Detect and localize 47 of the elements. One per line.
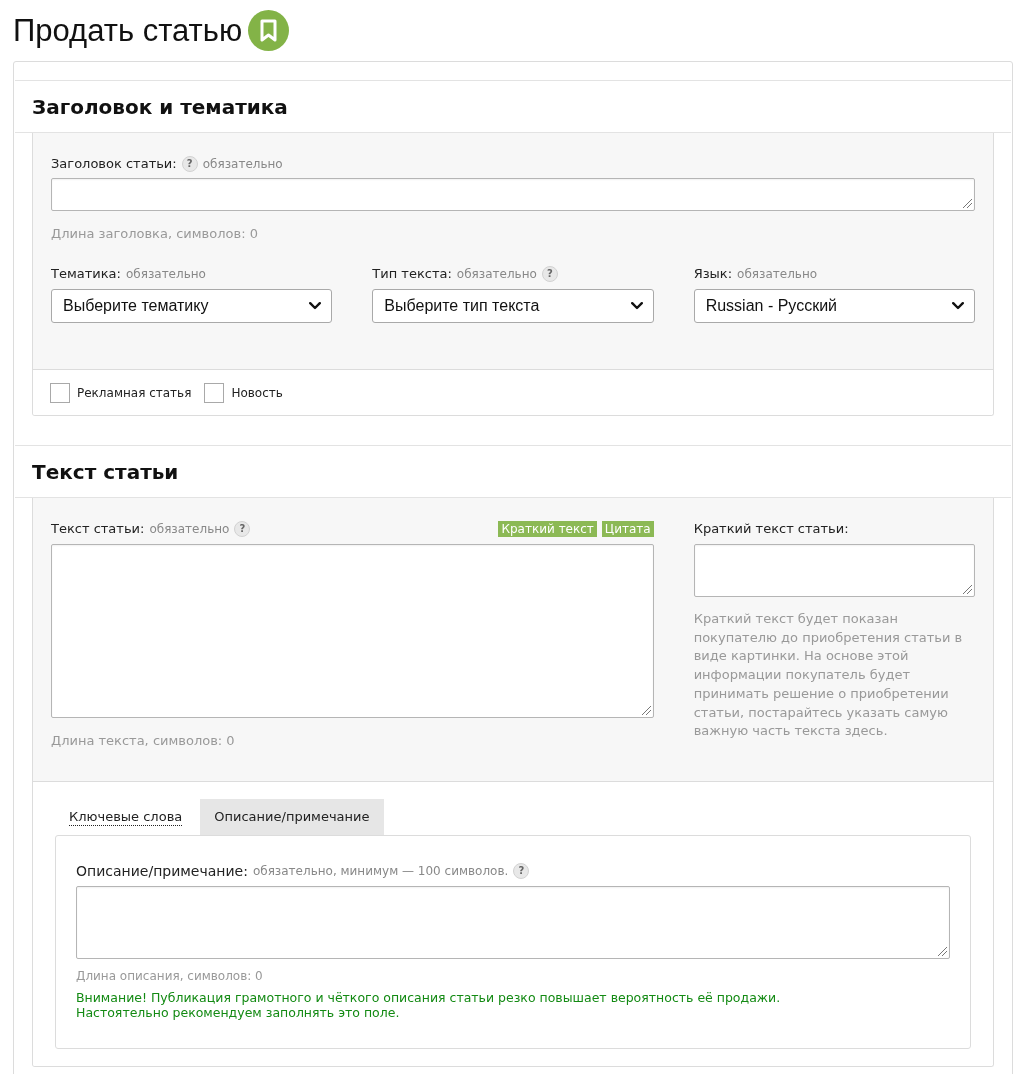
length-counter: Длина описания, символов: 0	[76, 968, 264, 984]
help-button[interactable]: ?	[181, 156, 198, 172]
tab[interactable]: Описание/примечание	[200, 799, 384, 835]
field-label: Тематика:	[51, 266, 121, 282]
field-label: Описание/примечание:	[76, 863, 248, 879]
length-counter: Длина заголовка, символов: 0	[51, 226, 259, 242]
checkbox[interactable]	[50, 382, 70, 403]
required-note: обязательно	[149, 521, 230, 537]
checkbox-label: Новость	[231, 384, 283, 402]
textarea-field[interactable]	[51, 544, 654, 718]
resize-grip-icon[interactable]	[963, 199, 972, 208]
dropdown-select[interactable]: Russian - Русский	[693, 289, 975, 323]
field-label: Заголовок статьи:	[51, 156, 177, 172]
help-button[interactable]: ?	[234, 521, 251, 537]
resize-grip-icon[interactable]	[963, 585, 972, 594]
required-note: обязательно	[456, 266, 537, 282]
section-heading: Текст статьи	[32, 461, 179, 482]
textarea-field[interactable]	[693, 544, 975, 597]
required-note: обязательно	[202, 156, 283, 172]
chevron-down-icon	[952, 302, 964, 310]
resize-grip-icon[interactable]	[938, 947, 947, 956]
chevron-down-icon	[309, 302, 322, 310]
field-label: Краткий текст статьи:	[693, 521, 849, 537]
dropdown-select[interactable]: Выберите тип текста	[372, 289, 654, 323]
required-note: обязательно	[737, 266, 818, 282]
help-button[interactable]: ?	[541, 266, 558, 282]
required-note: обязательно	[125, 266, 206, 282]
length-counter: Длина текста, символов: 0	[51, 733, 236, 749]
summary-hint: Краткий текст будет показан покупателю до приобретения статьи в виде картинки. На основе этой информации покупатель будет принимать решение о приобретении статьи, постарайтесь указать самую важную часть текста здесь.	[693, 610, 964, 741]
textarea-field[interactable]	[76, 886, 950, 959]
checkbox-label: Рекламная статья	[77, 384, 192, 402]
textarea-field[interactable]	[51, 178, 975, 211]
page-title: Продать статью	[13, 15, 243, 46]
resize-grip-icon[interactable]	[641, 706, 651, 715]
help-button[interactable]: ?	[513, 863, 530, 879]
checkbox[interactable]	[204, 382, 225, 403]
required-note: обязательно, минимум — 100 символов.	[252, 863, 509, 879]
section-heading: Заголовок и тематика	[32, 96, 288, 117]
dropdown-select[interactable]: Выберите тематику	[51, 289, 333, 323]
field-label: Текст статьи:	[51, 521, 145, 537]
warning-text: Настоятельно рекомендуем заполнять это поле.	[76, 1005, 401, 1020]
warning-text: Внимание! Публикация грамотного и чёткого описания статьи резко повышает вероятность её продажи.	[76, 990, 782, 1005]
tab[interactable]: Ключевые слова	[69, 808, 183, 826]
field-label: Язык:	[693, 266, 733, 282]
field-label: Тип текста:	[372, 266, 452, 282]
bookmark-icon	[248, 10, 290, 51]
chevron-down-icon	[630, 302, 643, 310]
